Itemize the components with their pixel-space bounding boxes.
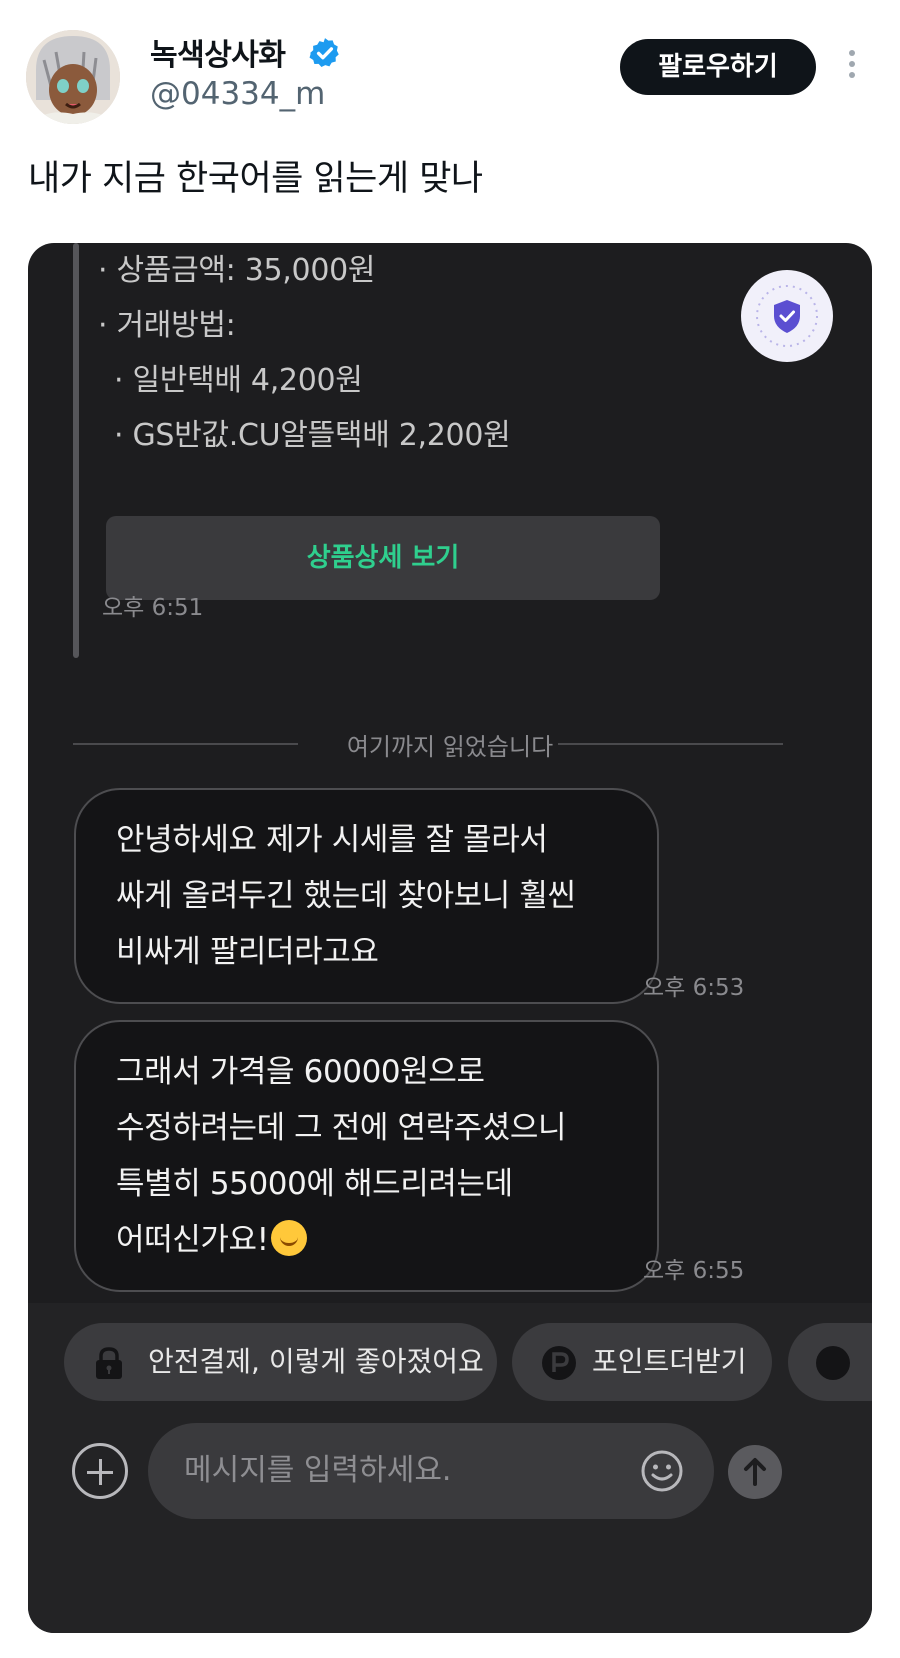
chat-screenshot: · 상품금액: 35,000원 · 거래방법: · 일반택배 4,200원 · … (28, 243, 872, 1633)
more-icon[interactable] (846, 50, 858, 84)
product-time: 오후 6:51 (102, 595, 204, 621)
quote-bar (73, 243, 79, 658)
chip-label: 안전결제, 이렇게 좋아졌어요 (148, 1345, 484, 1378)
shipping-regular: · 일반택배 4,200원 (114, 363, 363, 398)
message-bubble: 그래서 가격을 60000원으로 수정하려는데 그 전에 연락주셨으니 특별히 … (74, 1020, 659, 1292)
safe-payment-chip[interactable]: 안전결제, 이렇게 좋아졌어요 (64, 1323, 497, 1401)
lock-icon (96, 1347, 122, 1379)
send-arrow-icon (744, 1458, 766, 1486)
handle[interactable]: @04334_m (150, 76, 325, 112)
message-time: 오후 6:55 (643, 1258, 745, 1284)
avatar[interactable] (26, 30, 120, 124)
message-input[interactable]: 메시지를 입력하세요. (148, 1423, 714, 1519)
message-line: 특별히 55000에 해드리려는데 (116, 1166, 513, 1202)
message-line: 수정하려는데 그 전에 연락주셨으니 (116, 1110, 567, 1146)
chip-label: 포인트더받기 (592, 1345, 747, 1378)
message-line: 그래서 가격을 60000원으로 (116, 1054, 485, 1090)
verified-badge-icon (309, 38, 339, 68)
trade-method: · 거래방법: (98, 308, 236, 343)
message-line-text: 어떠신가요! (116, 1222, 269, 1258)
more-chip[interactable] (788, 1323, 872, 1401)
chip-icon (816, 1346, 850, 1380)
follow-button[interactable]: 팔로우하기 (620, 39, 816, 95)
message-time: 오후 6:53 (643, 975, 745, 1001)
product-price: · 상품금액: 35,000원 (98, 253, 376, 288)
smiley-emoji-icon (270, 1220, 307, 1256)
tweet-text: 내가 지금 한국어를 읽는게 맞나 (28, 159, 483, 199)
plus-icon[interactable] (72, 1443, 128, 1499)
message-line: 비싸게 팔리더라고요 (116, 934, 379, 970)
shipping-convenience: · GS반값.CU알뜰택배 2,200원 (114, 418, 511, 453)
emoji-icon[interactable] (640, 1449, 684, 1493)
send-button[interactable] (728, 1445, 782, 1499)
tweet-header: 녹색상사화 @04334_m 팔로우하기 (0, 0, 900, 140)
message-line: 안녕하세요 제가 시세를 잘 몰라서 (116, 822, 548, 858)
divider-right (558, 743, 783, 745)
safe-payment-button[interactable] (741, 270, 833, 362)
message-line: 어떠신가요! (116, 1212, 617, 1268)
shield-icon (756, 285, 818, 347)
point-chip[interactable]: 포인트더받기 (512, 1323, 772, 1401)
display-name[interactable]: 녹색상사화 (150, 30, 286, 74)
point-icon (542, 1346, 576, 1380)
message-line: 싸게 올려두긴 했는데 찾아보니 훨씬 (116, 878, 576, 914)
message-bubble: 안녕하세요 제가 시세를 잘 몰라서 싸게 올려두긴 했는데 찾아보니 훨씬 비… (74, 788, 659, 1004)
